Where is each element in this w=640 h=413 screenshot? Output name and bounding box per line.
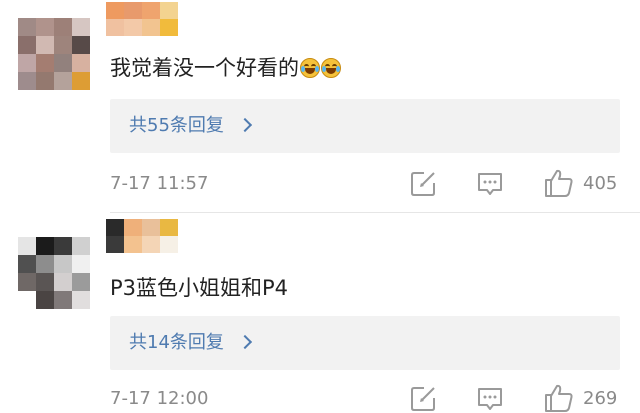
comment-body: P3蓝色小姐姐和P4 xyxy=(110,276,289,300)
comment-icon[interactable] xyxy=(476,386,504,412)
avatar-pixel xyxy=(72,237,90,255)
avatar[interactable] xyxy=(18,237,90,309)
avatar-pixel xyxy=(18,255,36,273)
comment-item: 我觉着没一个好看的 共55条回复 7-17 11:57 405 xyxy=(0,0,640,212)
share-edit-icon[interactable] xyxy=(410,385,437,412)
username-pixel xyxy=(106,236,124,253)
avatar-pixel xyxy=(54,237,72,255)
comment-text: 我觉着没一个好看的 xyxy=(110,53,341,83)
username-pixel-column xyxy=(142,219,160,253)
reply-count-label: 共14条回复 xyxy=(129,332,224,353)
avatar-pixel xyxy=(72,36,90,54)
comment-timestamp: 7-17 11:57 xyxy=(110,173,209,194)
avatar-pixel xyxy=(18,54,36,72)
avatar-pixel xyxy=(36,18,54,36)
username-pixel xyxy=(160,19,178,36)
username[interactable] xyxy=(106,219,178,253)
username-pixel xyxy=(124,219,142,236)
username-pixel xyxy=(106,219,124,236)
view-replies-button[interactable]: 共55条回复 xyxy=(110,99,620,153)
avatar-pixel xyxy=(18,291,36,309)
share-edit-icon[interactable] xyxy=(410,170,437,197)
username-pixel-column xyxy=(124,219,142,253)
username-pixel xyxy=(142,19,160,36)
username[interactable] xyxy=(106,2,178,36)
comment-icon[interactable] xyxy=(476,171,504,197)
avatar-pixel xyxy=(18,237,36,255)
view-replies-button[interactable]: 共14条回复 xyxy=(110,316,620,370)
reply-count-label: 共55条回复 xyxy=(129,115,224,136)
thumbs-up-icon[interactable] xyxy=(543,168,575,198)
username-pixel-column xyxy=(106,2,124,36)
avatar-pixel xyxy=(72,72,90,90)
avatar-pixel xyxy=(18,18,36,36)
avatar-pixel xyxy=(36,273,54,291)
comment-text: P3蓝色小姐姐和P4 xyxy=(110,273,288,303)
avatar-pixel xyxy=(36,255,54,273)
avatar-pixel xyxy=(54,72,72,90)
username-pixel xyxy=(124,19,142,36)
avatar-pixel xyxy=(54,18,72,36)
username-pixel xyxy=(142,2,160,19)
avatar[interactable] xyxy=(18,18,90,90)
username-pixel xyxy=(160,219,178,236)
avatar-pixel xyxy=(18,36,36,54)
laugh-cry-emoji-icon xyxy=(321,58,341,78)
chevron-right-icon xyxy=(237,117,253,133)
username-pixel-column xyxy=(160,219,178,253)
comment-timestamp: 7-17 12:00 xyxy=(110,388,209,409)
avatar-pixel xyxy=(72,54,90,72)
username-pixel xyxy=(142,236,160,253)
username-pixel xyxy=(124,2,142,19)
avatar-pixel xyxy=(36,291,54,309)
avatar-pixel xyxy=(36,36,54,54)
laugh-cry-emoji-icon xyxy=(300,58,320,78)
avatar-pixel xyxy=(54,291,72,309)
username-pixel xyxy=(160,2,178,19)
username-pixel xyxy=(124,236,142,253)
username-pixel-column xyxy=(106,219,124,253)
username-pixel xyxy=(106,19,124,36)
avatar-pixel xyxy=(36,237,54,255)
avatar-pixel xyxy=(54,273,72,291)
like-count: 269 xyxy=(583,388,618,409)
username-pixel-column xyxy=(160,2,178,36)
username-pixel xyxy=(106,2,124,19)
comment-item: P3蓝色小姐姐和P4 共14条回复 7-17 12:00 269 xyxy=(0,213,640,412)
avatar-pixel xyxy=(18,273,36,291)
avatar-pixel xyxy=(54,54,72,72)
username-pixel-column xyxy=(124,2,142,36)
avatar-pixel xyxy=(72,255,90,273)
avatar-pixel xyxy=(36,54,54,72)
username-pixel xyxy=(142,219,160,236)
avatar-pixel xyxy=(72,18,90,36)
avatar-pixel xyxy=(54,36,72,54)
like-count: 405 xyxy=(583,173,618,194)
comment-body: 我觉着没一个好看的 xyxy=(110,56,299,80)
avatar-pixel xyxy=(54,255,72,273)
avatar-pixel xyxy=(72,273,90,291)
username-pixel-column xyxy=(142,2,160,36)
username-pixel xyxy=(160,236,178,253)
thumbs-up-icon[interactable] xyxy=(543,383,575,413)
avatar-pixel xyxy=(36,72,54,90)
avatar-pixel xyxy=(18,72,36,90)
avatar-pixel xyxy=(72,291,90,309)
chevron-right-icon xyxy=(237,334,253,350)
